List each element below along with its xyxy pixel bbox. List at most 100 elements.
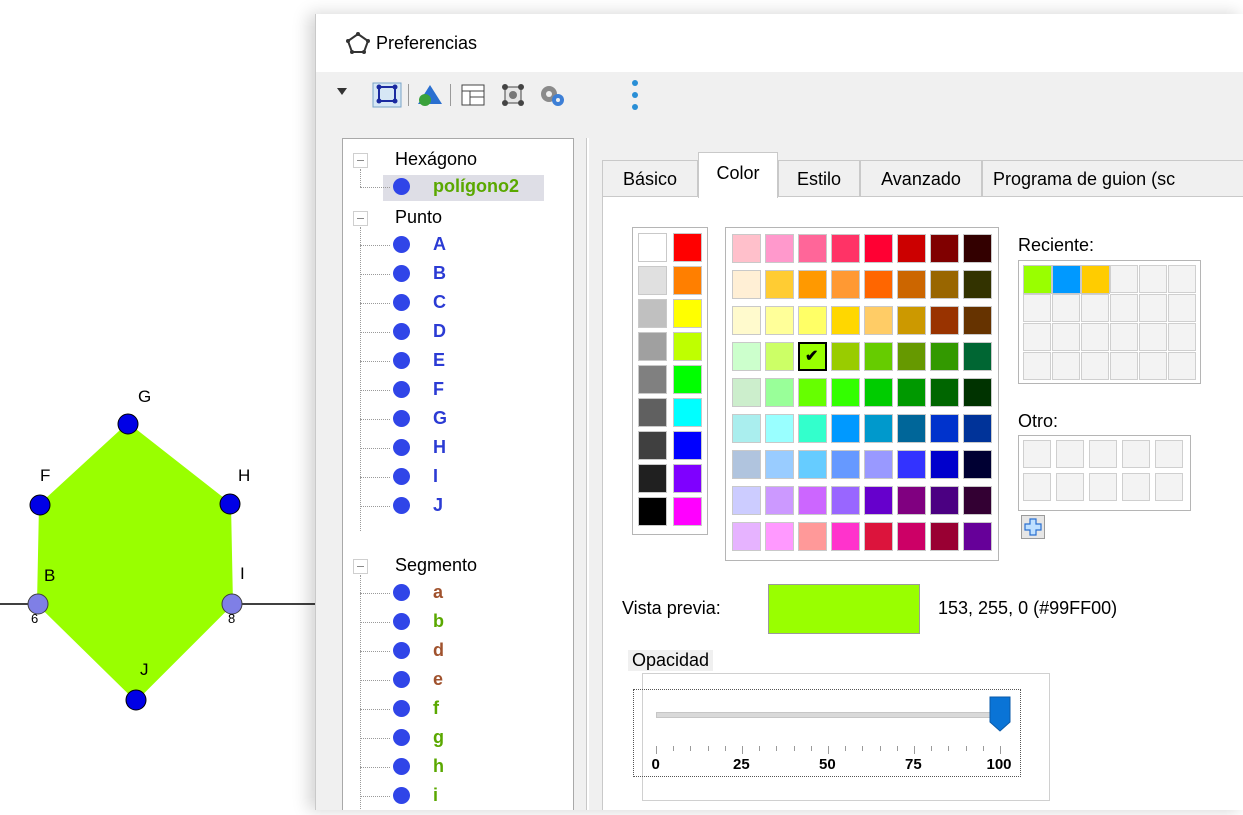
color-swatch[interactable] <box>673 431 702 460</box>
empty-color-slot[interactable] <box>1110 265 1138 293</box>
color-swatch[interactable] <box>732 378 761 407</box>
empty-color-slot[interactable] <box>1081 323 1109 351</box>
tree-item-segment[interactable]: b <box>433 611 444 632</box>
point-h[interactable] <box>219 493 241 515</box>
color-swatch[interactable] <box>638 497 667 526</box>
empty-color-slot[interactable] <box>1139 323 1167 351</box>
empty-color-slot[interactable] <box>1122 473 1150 501</box>
tree-item-point[interactable]: G <box>433 408 447 429</box>
tab-estilo[interactable]: Estilo <box>778 160 860 196</box>
color-swatch[interactable] <box>831 450 860 479</box>
color-swatch[interactable] <box>765 378 794 407</box>
color-swatch[interactable] <box>963 522 992 551</box>
shapes-icon[interactable] <box>416 82 444 108</box>
color-swatch[interactable] <box>765 306 794 335</box>
tree-item-segment[interactable]: f <box>433 698 439 719</box>
add-color-icon[interactable] <box>1021 515 1045 539</box>
color-swatch[interactable] <box>798 234 827 263</box>
color-swatch[interactable] <box>638 299 667 328</box>
recent-color-swatch[interactable] <box>1023 265 1052 294</box>
color-swatch[interactable] <box>963 486 992 515</box>
collapse-icon[interactable] <box>353 559 368 574</box>
advanced-gear-icon[interactable] <box>538 82 566 108</box>
title-bar[interactable]: Preferencias <box>316 14 1243 72</box>
color-swatch[interactable] <box>765 522 794 551</box>
color-swatch[interactable] <box>930 414 959 443</box>
color-swatch[interactable] <box>930 486 959 515</box>
tree-item-point[interactable]: A <box>433 234 446 255</box>
color-swatch[interactable] <box>831 234 860 263</box>
color-swatch[interactable] <box>732 414 761 443</box>
color-swatch[interactable] <box>765 486 794 515</box>
tab-color[interactable]: Color <box>698 152 778 198</box>
dropdown-arrow-icon[interactable] <box>336 86 348 98</box>
color-swatch[interactable] <box>897 486 926 515</box>
color-swatch[interactable] <box>798 378 827 407</box>
color-swatch[interactable] <box>798 414 827 443</box>
empty-color-slot[interactable] <box>1110 294 1138 322</box>
color-swatch[interactable] <box>798 450 827 479</box>
tree-item-point[interactable]: D <box>433 321 446 342</box>
color-swatch[interactable] <box>897 270 926 299</box>
empty-color-slot[interactable] <box>1168 265 1196 293</box>
tree-item-segment[interactable]: e <box>433 669 443 690</box>
layout-icon[interactable] <box>460 82 486 108</box>
tree-item-point[interactable]: I <box>433 466 438 487</box>
color-swatch[interactable] <box>963 234 992 263</box>
color-swatch[interactable] <box>765 414 794 443</box>
tab-programa-de-guion[interactable]: Programa de guion (sc <box>982 160 1243 196</box>
tree-group-punto[interactable]: Punto <box>395 207 442 228</box>
point-j[interactable] <box>125 689 147 711</box>
tree-group-segmento[interactable]: Segmento <box>395 555 477 576</box>
color-swatch[interactable] <box>864 486 893 515</box>
tree-item-point[interactable]: F <box>433 379 444 400</box>
color-swatch[interactable] <box>831 270 860 299</box>
color-swatch[interactable]: ✔ <box>798 342 827 371</box>
color-swatch[interactable] <box>798 486 827 515</box>
tree-item-poligono2[interactable]: polígono2 <box>433 176 519 197</box>
color-swatch[interactable] <box>673 365 702 394</box>
defaults-icon[interactable] <box>500 82 526 108</box>
color-swatch[interactable] <box>897 306 926 335</box>
color-swatch[interactable] <box>864 270 893 299</box>
tree-item-segment[interactable]: g <box>433 727 444 748</box>
empty-color-slot[interactable] <box>1052 323 1080 351</box>
color-swatch[interactable] <box>963 450 992 479</box>
color-swatch[interactable] <box>963 342 992 371</box>
color-swatch[interactable] <box>732 522 761 551</box>
empty-color-slot[interactable] <box>1168 323 1196 351</box>
color-swatch[interactable] <box>831 306 860 335</box>
color-swatch[interactable] <box>673 299 702 328</box>
opacity-slider[interactable]: 0 25 50 75 100 <box>633 689 1021 777</box>
color-swatch[interactable] <box>732 450 761 479</box>
tab-avanzado[interactable]: Avanzado <box>860 160 982 196</box>
empty-color-slot[interactable] <box>1110 323 1138 351</box>
collapse-icon[interactable] <box>353 153 368 168</box>
empty-color-slot[interactable] <box>1089 473 1117 501</box>
color-swatch[interactable] <box>673 398 702 427</box>
color-swatch[interactable] <box>897 234 926 263</box>
color-swatch[interactable] <box>831 414 860 443</box>
color-swatch[interactable] <box>765 234 794 263</box>
color-swatch[interactable] <box>765 270 794 299</box>
color-swatch[interactable] <box>673 266 702 295</box>
color-swatch[interactable] <box>638 431 667 460</box>
color-swatch[interactable] <box>864 414 893 443</box>
empty-color-slot[interactable] <box>1023 473 1051 501</box>
color-swatch[interactable] <box>963 270 992 299</box>
color-swatch[interactable] <box>831 378 860 407</box>
color-swatch[interactable] <box>864 450 893 479</box>
tree-item-segment[interactable]: i <box>433 785 438 806</box>
color-swatch[interactable] <box>638 398 667 427</box>
color-swatch[interactable] <box>765 342 794 371</box>
empty-color-slot[interactable] <box>1155 440 1183 468</box>
empty-color-slot[interactable] <box>1056 473 1084 501</box>
color-swatch[interactable] <box>638 464 667 493</box>
color-swatch[interactable] <box>831 342 860 371</box>
tree-item-point[interactable]: H <box>433 437 446 458</box>
color-swatch[interactable] <box>798 270 827 299</box>
color-swatch[interactable] <box>963 306 992 335</box>
color-swatch[interactable] <box>673 464 702 493</box>
empty-color-slot[interactable] <box>1023 352 1051 380</box>
tree-group-hexagono[interactable]: Hexágono <box>395 149 477 170</box>
